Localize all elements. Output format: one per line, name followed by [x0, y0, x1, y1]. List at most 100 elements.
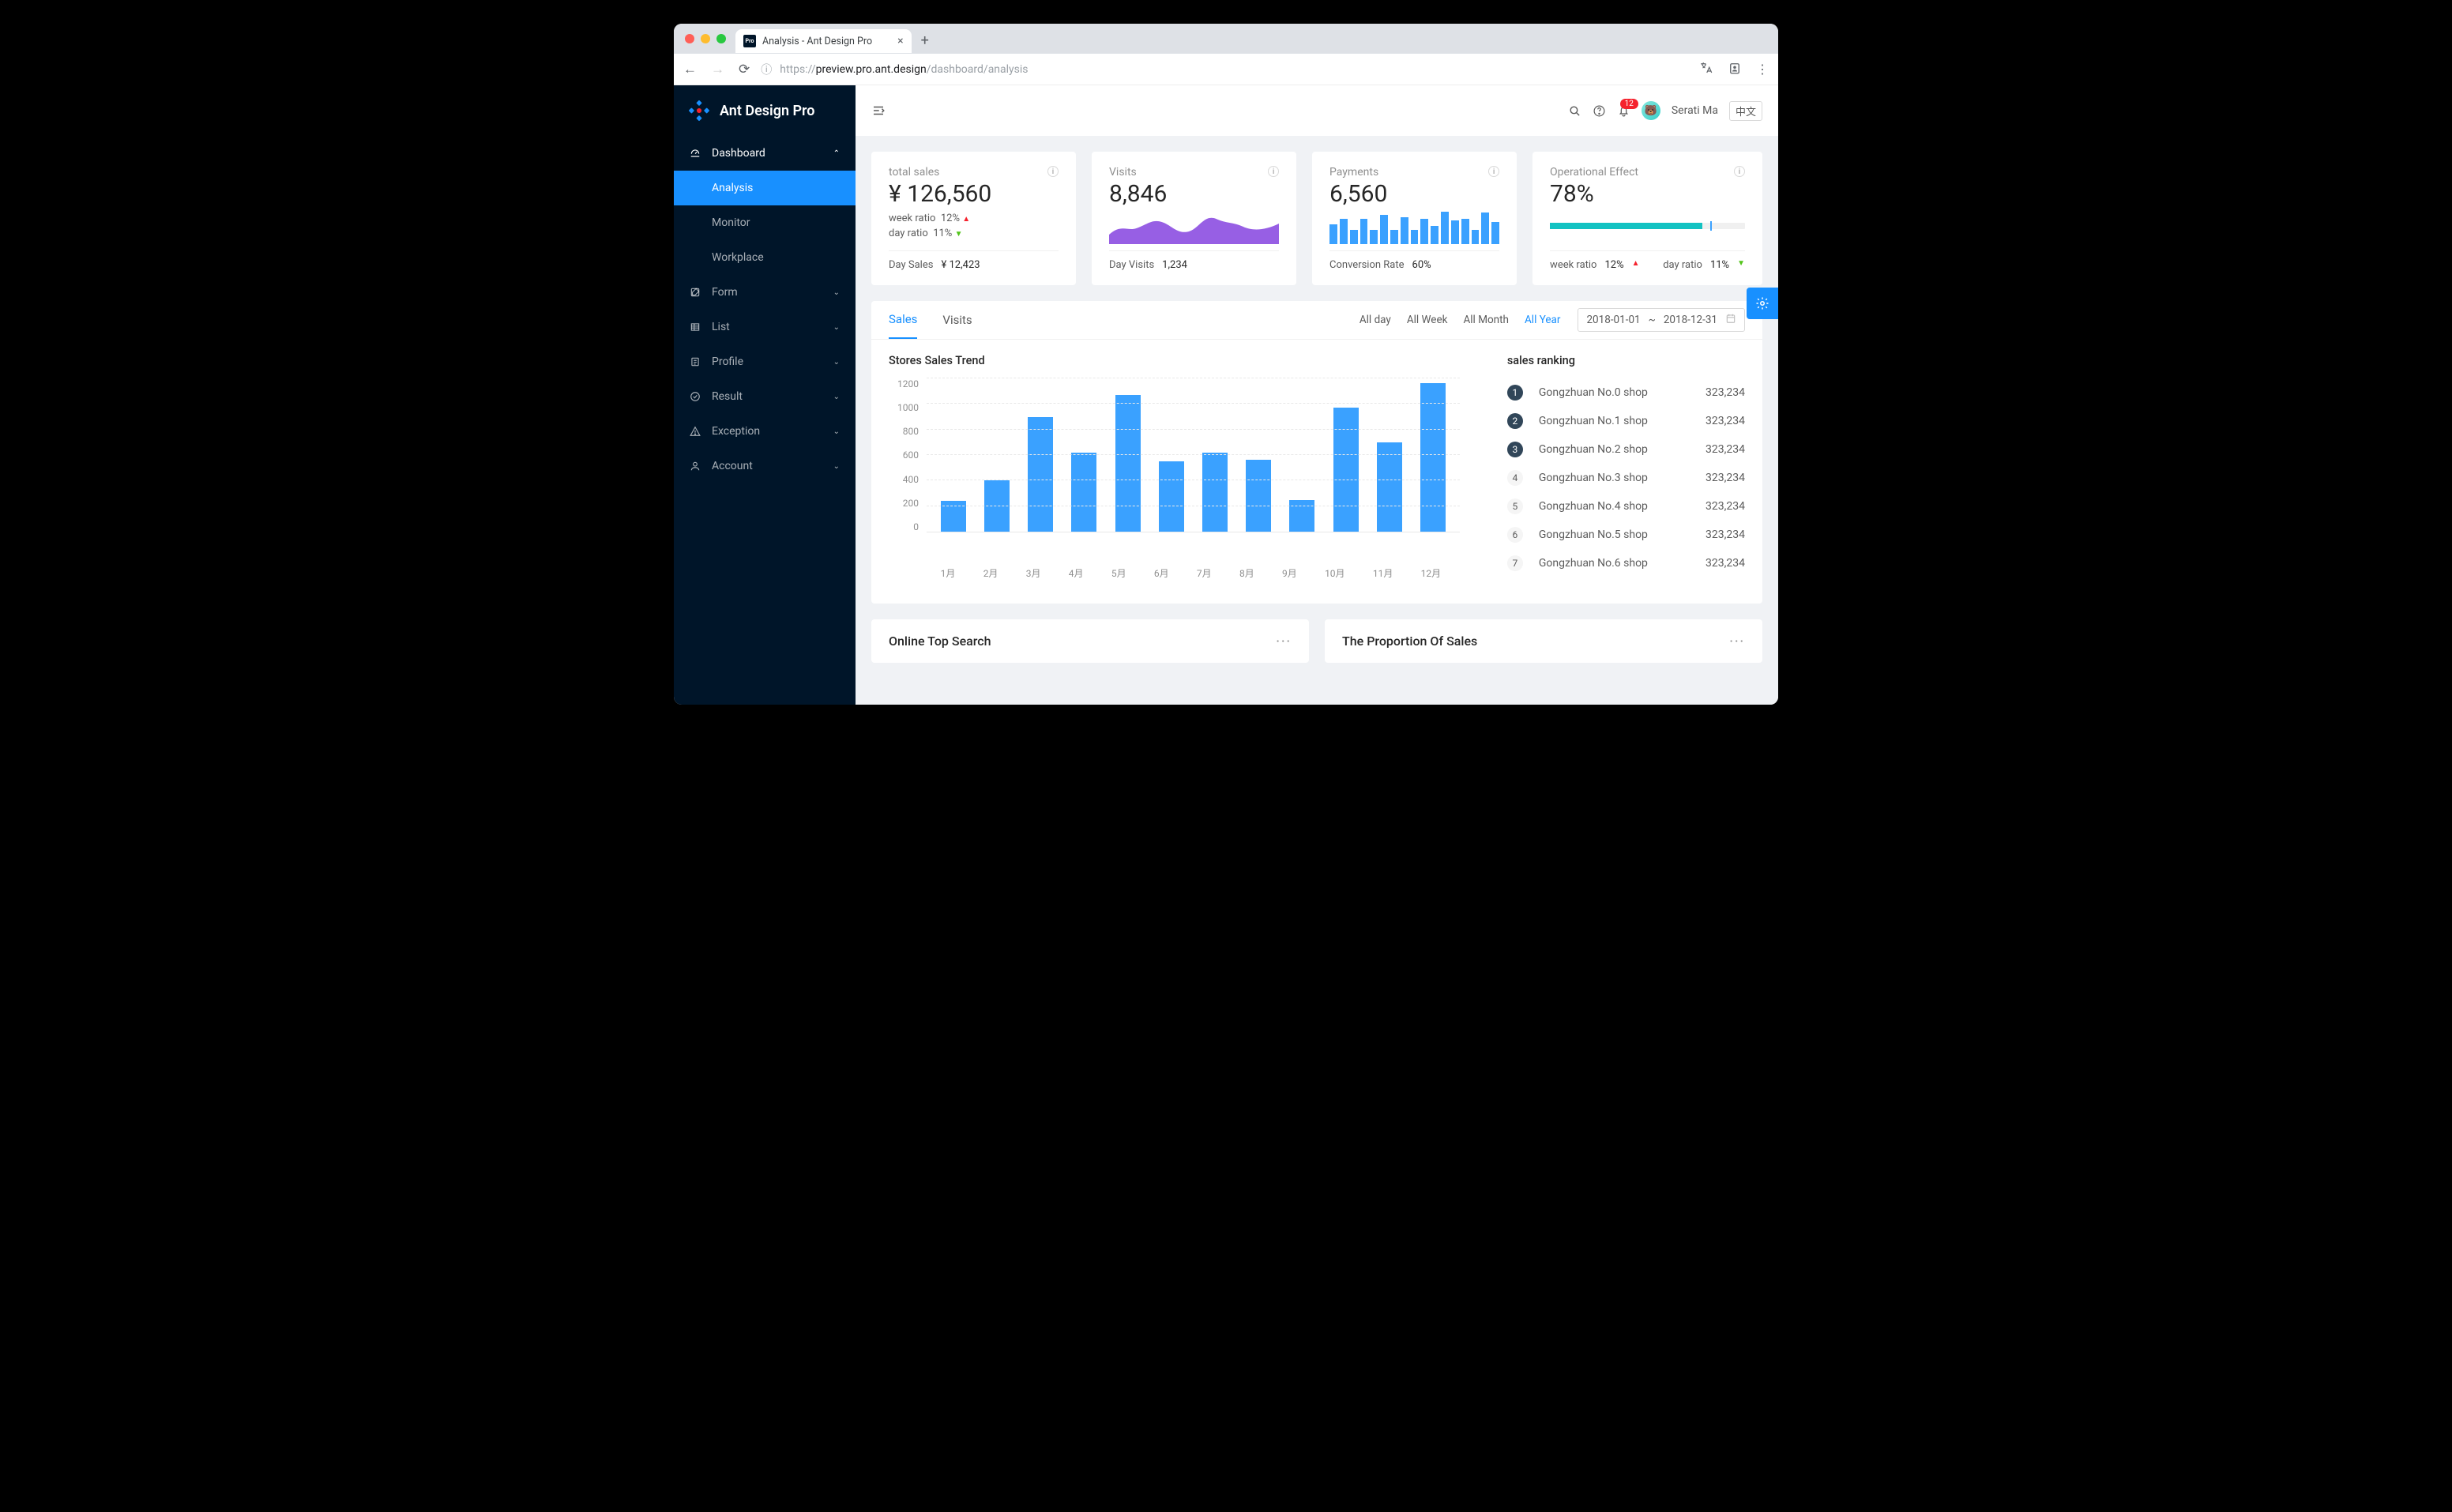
info-icon[interactable]: i	[1734, 166, 1745, 177]
profile-icon[interactable]	[1728, 61, 1742, 78]
language-switch[interactable]: 中文	[1729, 101, 1762, 121]
tab-visits[interactable]: Visits	[942, 302, 972, 338]
range-all-year[interactable]: All Year	[1525, 314, 1560, 326]
browser-toolbar: ← → ⟳ ⓘ https://preview.pro.ant.design/d…	[674, 54, 1778, 85]
sidebar-label: Exception	[712, 425, 760, 438]
stat-foot-value: 1,234	[1162, 259, 1187, 271]
range-all-month[interactable]: All Month	[1463, 314, 1509, 326]
tab-sales[interactable]: Sales	[889, 301, 917, 339]
rank-value: 323,234	[1705, 415, 1745, 427]
range-all-week[interactable]: All Week	[1407, 314, 1448, 326]
kebab-menu-icon[interactable]: ⋮	[1756, 62, 1769, 77]
rank-name: Gongzhuan No.6 shop	[1539, 557, 1648, 570]
sidebar-item-monitor[interactable]: Monitor	[674, 205, 856, 240]
rank-number: 2	[1507, 413, 1523, 429]
chevron-down-icon: ⌄	[833, 393, 840, 401]
brand-logo[interactable]: Ant Design Pro	[674, 85, 856, 136]
rank-item[interactable]: 6Gongzhuan No.5 shop323,234	[1507, 521, 1745, 549]
list-icon	[690, 322, 702, 333]
profile-icon	[690, 356, 702, 367]
form-icon	[690, 287, 702, 298]
bar-8月[interactable]	[1246, 460, 1271, 532]
rank-item[interactable]: 5Gongzhuan No.4 shop323,234	[1507, 492, 1745, 521]
help-icon[interactable]	[1593, 104, 1606, 118]
new-tab-button[interactable]: +	[921, 32, 929, 49]
close-window-button[interactable]	[685, 34, 694, 43]
rank-item[interactable]: 2Gongzhuan No.1 shop323,234	[1507, 407, 1745, 435]
menu-fold-icon[interactable]	[871, 103, 886, 118]
forward-button[interactable]: →	[711, 62, 724, 77]
address-bar[interactable]: ⓘ https://preview.pro.ant.design/dashboa…	[761, 62, 1688, 77]
site-info-icon[interactable]: ⓘ	[761, 62, 772, 77]
sidebar-item-workplace[interactable]: Workplace	[674, 240, 856, 275]
rank-item[interactable]: 7Gongzhuan No.6 shop323,234	[1507, 549, 1745, 577]
stat-value: 6,560	[1329, 180, 1499, 208]
sidebar-group-profile[interactable]: Profile⌄	[674, 344, 856, 379]
stat-foot-label: Day Sales	[889, 259, 933, 271]
date-range-picker[interactable]: 2018-01-01 ~ 2018-12-31	[1578, 308, 1745, 332]
ratio-value: 12%	[941, 213, 960, 224]
rank-item[interactable]: 1Gongzhuan No.0 shop323,234	[1507, 378, 1745, 407]
notifications-button[interactable]: 12	[1617, 104, 1630, 118]
sidebar-group-exception[interactable]: Exception⌄	[674, 414, 856, 449]
bar-9月[interactable]	[1289, 500, 1314, 532]
sidebar-group-list[interactable]: List⌄	[674, 310, 856, 344]
card-more-button[interactable]: ···	[1276, 634, 1292, 649]
ratio-value: 11%	[1710, 259, 1729, 271]
bar-3月[interactable]	[1028, 417, 1053, 532]
avatar[interactable]: 🐻	[1642, 101, 1660, 120]
card-more-button[interactable]: ···	[1729, 634, 1745, 649]
range-all-day[interactable]: All day	[1360, 314, 1391, 326]
info-icon[interactable]: i	[1268, 166, 1279, 177]
sidebar-label: Analysis	[712, 182, 753, 194]
settings-drawer-button[interactable]	[1747, 288, 1778, 319]
stat-value: ¥ 126,560	[889, 180, 1059, 208]
bar-6月[interactable]	[1159, 461, 1184, 532]
bar-12月[interactable]	[1420, 383, 1446, 532]
top-bar: 12 🐻 Serati Ma 中文	[856, 85, 1778, 136]
chevron-up-icon: ⌃	[833, 149, 840, 158]
rank-item[interactable]: 4Gongzhuan No.3 shop323,234	[1507, 464, 1745, 492]
sidebar-label: Profile	[712, 355, 743, 368]
bar-4月[interactable]	[1071, 453, 1096, 532]
bar-7月[interactable]	[1202, 453, 1228, 532]
ratio-value: 11%	[933, 228, 952, 239]
back-button[interactable]: ←	[683, 62, 697, 77]
stat-card-0: total salesi¥ 126,560week ratio 12% ▲day…	[871, 152, 1076, 285]
info-icon[interactable]: i	[1488, 166, 1499, 177]
sidebar-group-dashboard[interactable]: Dashboard⌃	[674, 136, 856, 171]
minimize-window-button[interactable]	[701, 34, 710, 43]
x-tick: 4月	[1069, 566, 1084, 580]
url: https://preview.pro.ant.design/dashboard…	[780, 63, 1028, 76]
browser-tab[interactable]: Pro Analysis - Ant Design Pro ×	[735, 29, 912, 53]
card-title: The Proportion Of Sales	[1342, 634, 1477, 649]
sidebar-group-form[interactable]: Form⌄	[674, 275, 856, 310]
top-search-card: Online Top Search ···	[871, 619, 1309, 663]
sidebar-group-account[interactable]: Account⌄	[674, 449, 856, 483]
rank-value: 323,234	[1705, 528, 1745, 541]
browser-tab-strip: Pro Analysis - Ant Design Pro × +	[674, 24, 1778, 54]
rank-item[interactable]: 3Gongzhuan No.2 shop323,234	[1507, 435, 1745, 464]
sales-card: Sales Visits All day All Week All Month All …	[871, 301, 1762, 604]
caret-up-icon: ▲	[962, 215, 970, 224]
close-tab-icon[interactable]: ×	[897, 35, 903, 47]
stat-title: Payments	[1329, 166, 1378, 179]
bar-10月[interactable]	[1333, 408, 1359, 532]
username[interactable]: Serati Ma	[1672, 104, 1718, 117]
result-icon	[690, 391, 702, 402]
translate-icon[interactable]	[1699, 61, 1713, 78]
sidebar-label: Result	[712, 390, 743, 403]
stat-card-1: Visitsi8,846Day Visits1,234	[1092, 152, 1296, 285]
search-icon[interactable]	[1568, 104, 1581, 118]
dashboard-icon	[690, 148, 702, 159]
bar-2月[interactable]	[984, 480, 1010, 532]
stat-foot-label: Conversion Rate	[1329, 259, 1405, 271]
bar-5月[interactable]	[1115, 395, 1141, 532]
sidebar-item-analysis[interactable]: Analysis	[674, 171, 856, 205]
info-icon[interactable]: i	[1047, 166, 1059, 177]
sidebar-group-result[interactable]: Result ⌄	[674, 379, 856, 414]
reload-button[interactable]: ⟳	[739, 62, 750, 77]
bar-11月[interactable]	[1377, 442, 1402, 532]
rank-number: 3	[1507, 442, 1523, 457]
maximize-window-button[interactable]	[716, 34, 726, 43]
